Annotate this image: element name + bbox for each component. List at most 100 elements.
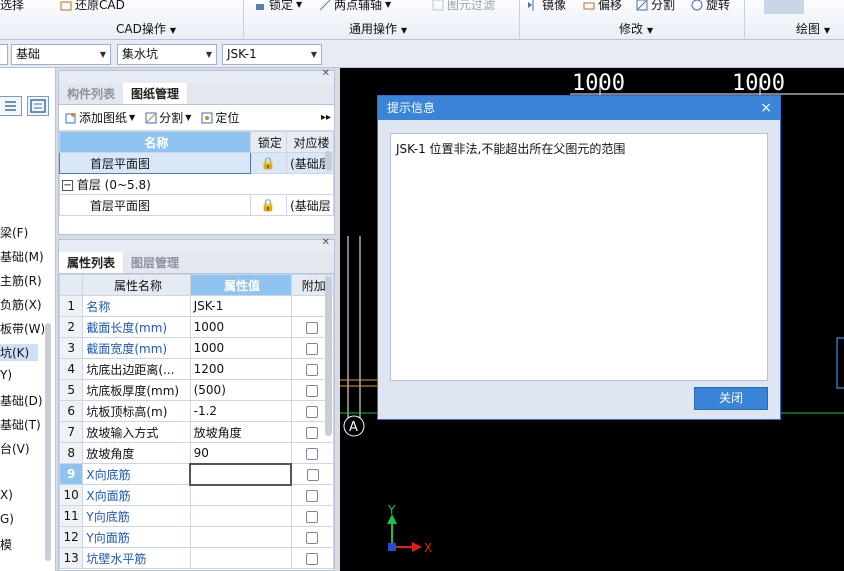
draw-tool-preview[interactable] xyxy=(764,0,804,14)
more-icon[interactable]: ▸▸ xyxy=(321,112,331,123)
attach-checkbox[interactable] xyxy=(306,510,319,523)
lock-cell[interactable]: 🔒 xyxy=(249,152,288,174)
tree-item[interactable]: G) xyxy=(0,512,14,526)
tree-item[interactable]: 基础(D) xyxy=(0,392,43,409)
close-icon[interactable]: × xyxy=(760,96,772,120)
property-value-cell[interactable] xyxy=(189,484,292,506)
property-value-cell[interactable]: 1200 xyxy=(189,358,292,380)
attach-checkbox[interactable] xyxy=(306,552,319,565)
tree-item[interactable]: 基础(T) xyxy=(0,416,41,433)
split-drawing-button[interactable]: 分割 ▼ xyxy=(145,109,191,126)
floor-dropdown[interactable] xyxy=(0,44,8,65)
element-filter-button[interactable]: 图元过滤 xyxy=(432,0,495,13)
tree-item[interactable]: Y) xyxy=(0,368,12,382)
tree-item[interactable]: 主筋(R) xyxy=(0,272,42,289)
column-header-property-name[interactable]: 属性名称 xyxy=(82,274,191,296)
element-type-dropdown[interactable]: 集水坑 ▼ xyxy=(117,44,217,65)
close-icon[interactable]: ✕ xyxy=(322,68,330,79)
tab-drawing-management[interactable]: 图纸管理 xyxy=(123,83,188,104)
locate-button[interactable]: 定位 xyxy=(201,109,239,126)
tree-item[interactable]: 基础(M) xyxy=(0,248,44,265)
table-group-row[interactable]: − 首层 (0~5.8) xyxy=(59,173,334,195)
tree-scrollbar[interactable] xyxy=(45,323,51,561)
property-value-cell[interactable] xyxy=(189,505,292,527)
attach-checkbox[interactable] xyxy=(306,447,319,460)
table-row[interactable]: 3 截面宽度(mm) 1000 xyxy=(58,337,334,359)
table-row[interactable]: 4 坑底出边距离(... 1200 xyxy=(58,358,334,380)
table-row[interactable]: 首层平面图 🔒 (基础层 xyxy=(59,194,334,216)
attach-checkbox[interactable] xyxy=(306,384,319,397)
collapse-icon[interactable]: − xyxy=(62,179,73,191)
tree-item-selected[interactable]: 坑(K) xyxy=(0,344,38,361)
tab-component-list[interactable]: 构件列表 xyxy=(59,83,123,104)
mirror-button[interactable]: 镜像 xyxy=(527,0,566,13)
table-row[interactable]: 10 X向面筋 xyxy=(58,484,334,506)
modify-label[interactable]: 修改 ▼ xyxy=(619,20,653,37)
property-value-cell[interactable]: 1000 xyxy=(189,316,292,338)
tree-item[interactable]: 梁(F) xyxy=(0,224,28,241)
attach-checkbox[interactable] xyxy=(306,342,319,355)
tree-item[interactable]: 台(V) xyxy=(0,440,30,457)
cad-operations-label[interactable]: CAD操作 ▼ xyxy=(116,20,176,37)
table-row[interactable]: 11 Y向底筋 xyxy=(58,505,334,527)
tree-item[interactable]: 模 xyxy=(0,536,12,553)
table-row[interactable]: 8 放坡角度 90 xyxy=(58,442,334,464)
tree-item[interactable]: 板带(W) xyxy=(0,320,45,337)
property-value-cell[interactable] xyxy=(189,526,292,548)
element-name-dropdown[interactable]: JSK-1 ▼ xyxy=(222,44,322,65)
attach-checkbox[interactable] xyxy=(306,363,319,376)
table-row[interactable]: 首层平面图 🔒 (基础层 xyxy=(59,152,334,174)
lock-button[interactable]: 锁定 ▼ xyxy=(254,0,302,13)
column-header-property-value[interactable]: 属性值 xyxy=(189,274,292,296)
tree-item[interactable]: X) xyxy=(0,488,13,502)
table-row[interactable]: 2 截面长度(mm) 1000 xyxy=(58,316,334,338)
table-row[interactable]: 5 坑底板厚度(mm) (500) xyxy=(58,379,334,401)
table-row[interactable]: 6 坑板顶标高(m) -1.2 xyxy=(58,400,334,422)
attach-checkbox[interactable] xyxy=(306,321,319,334)
close-button[interactable]: 关闭 xyxy=(694,387,768,410)
tab-layer-management[interactable]: 图层管理 xyxy=(123,252,187,273)
property-value-cell[interactable]: 1000 xyxy=(189,337,292,359)
restore-cad-button[interactable]: 还原CAD xyxy=(60,0,125,13)
add-drawing-button[interactable]: 添加图纸 ▼ xyxy=(65,109,135,126)
property-value-cell[interactable]: JSK-1 xyxy=(189,295,292,317)
general-operations-label[interactable]: 通用操作 ▼ xyxy=(349,20,407,37)
property-value-cell[interactable]: 放坡角度 xyxy=(189,421,292,443)
two-point-axis-button[interactable]: 两点辅轴 ▼ xyxy=(319,0,391,13)
column-header-lock[interactable]: 锁定 xyxy=(249,131,288,153)
property-value-cell[interactable]: 90 xyxy=(189,442,292,464)
attach-checkbox[interactable] xyxy=(306,468,319,481)
attach-checkbox[interactable] xyxy=(306,489,319,502)
property-value-cell[interactable]: (500) xyxy=(189,379,292,401)
group-cell[interactable]: − 首层 (0~5.8) xyxy=(59,173,334,195)
table-row[interactable]: 12 Y向面筋 xyxy=(58,526,334,548)
drawing-table-scrollbar[interactable] xyxy=(325,151,332,171)
tab-property-list[interactable]: 属性列表 xyxy=(59,252,124,273)
property-value-cell[interactable]: -1.2 xyxy=(189,400,292,422)
column-header-name[interactable]: 名称 xyxy=(59,131,251,153)
property-value-cell[interactable] xyxy=(189,547,292,569)
column-header-floor[interactable]: 对应楼 xyxy=(286,131,334,153)
split-button[interactable]: 分割 xyxy=(636,0,675,13)
tree-item[interactable]: 负筋(X) xyxy=(0,296,42,313)
attach-checkbox[interactable] xyxy=(306,426,319,439)
select-button-fragment[interactable]: 选择 xyxy=(0,0,24,13)
draw-label[interactable]: 绘图 ▼ xyxy=(796,20,830,37)
category-dropdown[interactable]: 基础 ▼ xyxy=(11,44,111,65)
close-icon[interactable]: ✕ xyxy=(322,237,330,248)
table-row[interactable]: 7 放坡输入方式 放坡角度 xyxy=(58,421,334,443)
lock-cell[interactable]: 🔒 xyxy=(249,194,288,216)
attach-checkbox[interactable] xyxy=(306,531,319,544)
rotate-button[interactable]: 旋转 xyxy=(691,0,730,13)
table-row[interactable]: 13 坑壁水平筋 xyxy=(58,547,334,569)
detail-view-button[interactable] xyxy=(27,96,49,116)
offset-button[interactable]: 偏移 xyxy=(583,0,622,13)
property-value-cell[interactable] xyxy=(189,462,292,486)
drawing-name-cell[interactable]: 首层平面图 xyxy=(59,152,251,174)
drawing-name-cell[interactable]: 首层平面图 xyxy=(59,194,251,216)
list-view-button[interactable] xyxy=(0,96,22,116)
property-table-scrollbar[interactable] xyxy=(325,276,332,436)
table-row[interactable]: 9 X向底筋 xyxy=(58,462,334,486)
attach-checkbox[interactable] xyxy=(306,405,319,418)
table-row[interactable]: 1 名称 JSK-1 xyxy=(58,295,334,317)
